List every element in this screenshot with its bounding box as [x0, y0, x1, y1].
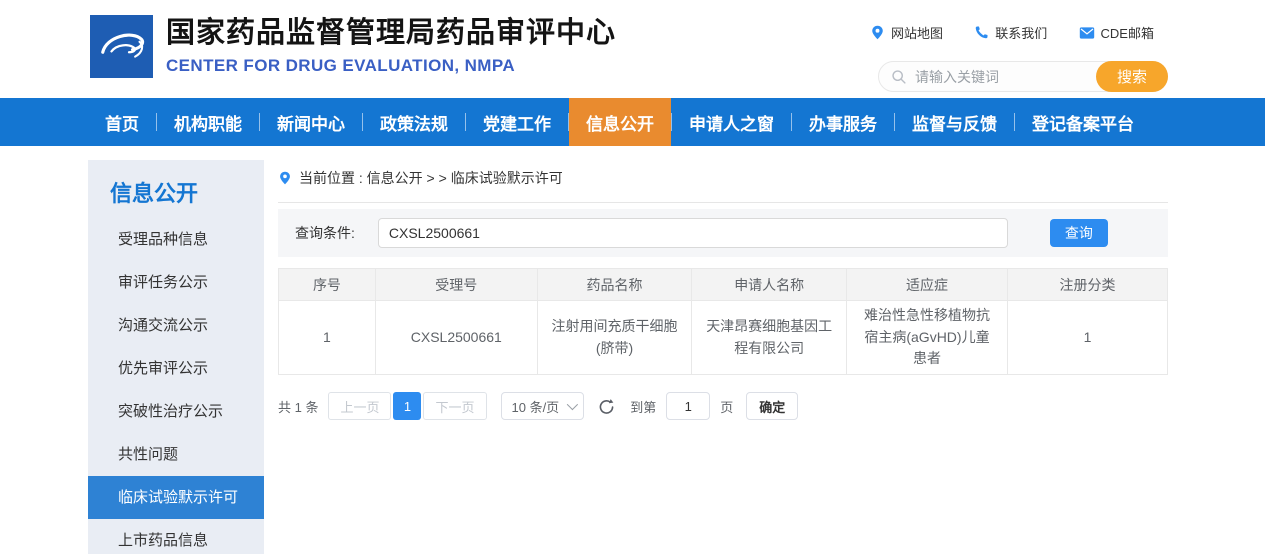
site-header: 国家药品监督管理局药品审评中心 CENTER FOR DRUG EVALUATI…	[0, 0, 1265, 98]
chevron-down-icon	[567, 399, 578, 410]
cell-registration-class: 1	[1007, 301, 1167, 375]
contact-us-link-label: 联系我们	[995, 23, 1047, 42]
header-acceptance-number: 受理号	[375, 269, 537, 301]
sidebar-item-clinical-trial-implied-license[interactable]: 临床试验默示许可	[88, 476, 264, 519]
refresh-icon	[597, 397, 616, 416]
confirm-button[interactable]: 确定	[746, 392, 798, 420]
sidebar: 信息公开 受理品种信息 审评任务公示 沟通交流公示 优先审评公示 突破性治疗公示…	[88, 160, 264, 554]
mail-icon	[1079, 26, 1095, 40]
sidebar-title: 信息公开	[88, 160, 264, 218]
nav-item-registration-platform[interactable]: 登记备案平台	[1015, 98, 1151, 146]
results-table: 序号 受理号 药品名称 申请人名称 适应症 注册分类 1 CXSL2500661…	[278, 268, 1168, 375]
contact-us-link[interactable]: 联系我们	[974, 23, 1047, 42]
header-search-button[interactable]: 搜索	[1096, 61, 1168, 92]
prev-page-button[interactable]: 上一页	[328, 392, 391, 420]
phone-icon	[974, 25, 989, 40]
sitemap-link-label: 网站地图	[891, 23, 943, 42]
main-nav: 首页 机构职能 新闻中心 政策法规 党建工作 信息公开 申请人之窗 办事服务 监…	[0, 98, 1265, 146]
nav-item-services[interactable]: 办事服务	[792, 98, 894, 146]
sitemap-link[interactable]: 网站地图	[870, 23, 943, 42]
site-title-block: 国家药品监督管理局药品审评中心 CENTER FOR DRUG EVALUATI…	[166, 15, 616, 76]
pagination: 共 1 条 上一页 1 下一页 10 条/页 到第 页 确定	[278, 392, 1168, 420]
query-label: 查询条件:	[295, 223, 355, 243]
sidebar-item-accepted-products[interactable]: 受理品种信息	[88, 218, 264, 261]
breadcrumb-text: 当前位置 : 信息公开 > > 临床试验默示许可	[299, 168, 563, 188]
sidebar-item-marketed-drugs[interactable]: 上市药品信息	[88, 519, 264, 554]
sidebar-item-communication[interactable]: 沟通交流公示	[88, 304, 264, 347]
pagination-total: 共 1 条	[278, 397, 318, 416]
goto-page-unit: 页	[720, 397, 733, 416]
results-header-row: 序号 受理号 药品名称 申请人名称 适应症 注册分类	[279, 269, 1168, 301]
cde-logo-swirl-icon	[94, 19, 150, 75]
nav-item-applicant-window[interactable]: 申请人之窗	[672, 98, 791, 146]
sidebar-item-review-tasks[interactable]: 审评任务公示	[88, 261, 264, 304]
cell-applicant-name: 天津昂赛细胞基因工程有限公司	[692, 301, 847, 375]
content-area: 当前位置 : 信息公开 > > 临床试验默示许可 查询条件: 查询 序号 受理号…	[278, 160, 1168, 420]
header-applicant-name: 申请人名称	[692, 269, 847, 301]
cell-acceptance-number: CXSL2500661	[375, 301, 537, 375]
site-title-en: CENTER FOR DRUG EVALUATION, NMPA	[166, 56, 616, 76]
sidebar-item-common-issues[interactable]: 共性问题	[88, 433, 264, 476]
nav-item-policies[interactable]: 政策法规	[363, 98, 465, 146]
page-size-value: 10 条/页	[512, 397, 560, 416]
sidebar-item-priority-review[interactable]: 优先审评公示	[88, 347, 264, 390]
goto-page-label: 到第	[630, 397, 656, 416]
cell-drug-name: 注射用间充质干细胞(脐带)	[537, 301, 692, 375]
header-drug-name: 药品名称	[537, 269, 692, 301]
nav-item-party-building[interactable]: 党建工作	[466, 98, 568, 146]
nav-item-info-disclosure[interactable]: 信息公开	[569, 98, 671, 146]
query-panel: 查询条件: 查询	[278, 209, 1168, 257]
goto-page-input[interactable]	[666, 392, 710, 420]
search-icon	[891, 69, 907, 85]
header-search-input[interactable]	[907, 69, 1096, 85]
cde-mail-link-label: CDE邮箱	[1101, 23, 1154, 42]
table-row: 1 CXSL2500661 注射用间充质干细胞(脐带) 天津昂赛细胞基因工程有限…	[279, 301, 1168, 375]
header-search-box: 搜索	[878, 61, 1168, 92]
location-pin-icon	[870, 25, 885, 40]
sidebar-item-breakthrough-therapy[interactable]: 突破性治疗公示	[88, 390, 264, 433]
cell-indication: 难治性急性移植物抗宿主病(aGvHD)儿童患者	[847, 301, 1008, 375]
next-page-button[interactable]: 下一页	[423, 392, 486, 420]
nav-item-home[interactable]: 首页	[88, 98, 156, 146]
nav-item-news-center[interactable]: 新闻中心	[260, 98, 362, 146]
nav-item-supervision-feedback[interactable]: 监督与反馈	[895, 98, 1014, 146]
refresh-button[interactable]	[597, 396, 617, 416]
nav-item-org-functions[interactable]: 机构职能	[157, 98, 259, 146]
site-title-cn: 国家药品监督管理局药品审评中心	[166, 15, 616, 51]
cell-serial: 1	[279, 301, 376, 375]
header-serial: 序号	[279, 269, 376, 301]
query-input[interactable]	[378, 218, 1008, 248]
page-size-select[interactable]: 10 条/页	[501, 392, 585, 420]
page-number-1[interactable]: 1	[393, 392, 421, 420]
main-area: 信息公开 受理品种信息 审评任务公示 沟通交流公示 优先审评公示 突破性治疗公示…	[0, 146, 1265, 554]
header-utility-links: 网站地图 联系我们 CDE邮箱	[870, 23, 1154, 42]
breadcrumb: 当前位置 : 信息公开 > > 临床试验默示许可	[278, 160, 1168, 203]
header-indication: 适应症	[847, 269, 1008, 301]
breadcrumb-pin-icon	[278, 171, 292, 185]
query-button[interactable]: 查询	[1050, 219, 1108, 247]
header-registration-class: 注册分类	[1007, 269, 1167, 301]
cde-logo	[90, 15, 153, 78]
cde-mail-link[interactable]: CDE邮箱	[1079, 23, 1154, 42]
